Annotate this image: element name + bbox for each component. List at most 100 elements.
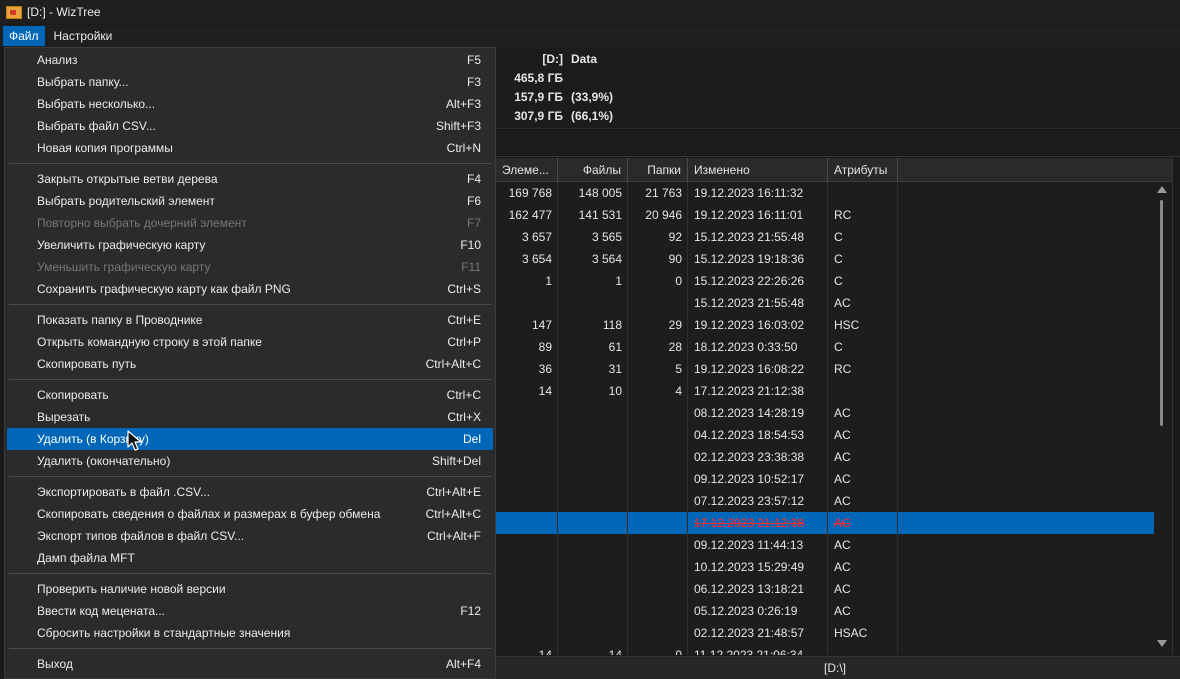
table-row[interactable]: 14 10 4 17.12.2023 21:12:38 [496,380,1154,402]
cell-folders: 90 [668,252,682,266]
table-row[interactable]: 02.12.2023 21:48:57 HSAC [496,622,1154,644]
table-row[interactable]: 15.12.2023 21:55:48 AC [496,292,1154,314]
table-row[interactable]: 36 31 5 19.12.2023 16:08:22 RC [496,358,1154,380]
cell-attributes [828,380,898,402]
menu-file[interactable]: Файл [3,26,45,46]
file-menu-item[interactable]: Выбрать несколько... Alt+F3 [7,93,493,115]
cell-items: 3 657 [521,230,552,244]
table-row[interactable]: 17.12.2023 21:12:38 AC [496,512,1154,534]
file-menu-item[interactable]: Скопировать сведения о файлах и размерах… [7,503,493,525]
column-divider [897,204,898,226]
file-menu-item[interactable]: Увеличить графическую карту F10 [7,234,493,256]
cell-modified: 09.12.2023 11:44:13 [694,538,804,552]
cell-attributes: RC [834,208,852,222]
file-menu-item[interactable]: Экспортировать в файл .CSV... Ctrl+Alt+E [7,481,493,503]
cell-attributes: AC [834,582,851,596]
column-divider [897,490,898,512]
table-row[interactable]: 10.12.2023 15:29:49 AC [496,556,1154,578]
file-tree-grid[interactable]: Элеме... Файлы Папки Изменено Атрибуты 1… [496,158,1180,655]
cell-folders: 29 [668,318,682,332]
table-row[interactable]: 89 61 28 18.12.2023 0:33:50 C [496,336,1154,358]
table-row[interactable]: 08.12.2023 14:28:19 AC [496,402,1154,424]
table-row[interactable]: 147 118 29 19.12.2023 16:03:02 HSC [496,314,1154,336]
file-menu-item[interactable]: Сбросить настройки в стандартные значени… [7,622,493,644]
cell-modified: 02.12.2023 21:48:57 [694,626,805,640]
cell-modified: 05.12.2023 0:26:19 [694,604,798,618]
file-menu-item[interactable]: Скопировать путь Ctrl+Alt+C [7,353,493,375]
file-menu-item[interactable]: Ввести код мецената... F12 [7,600,493,622]
menu-item-shortcut: F12 [460,604,481,618]
file-menu-item[interactable]: Выход Alt+F4 [7,653,493,675]
file-menu-item[interactable]: Удалить (в Корзину) Del [7,428,493,450]
cell-items: 36 [538,362,552,376]
menu-item-label: Выбрать папку... [37,75,129,89]
file-menu-item[interactable]: Удалить (окончательно) Shift+Del [7,450,493,472]
cell-modified: 15.12.2023 19:18:36 [694,252,805,266]
table-row[interactable]: 04.12.2023 18:54:53 AC [496,424,1154,446]
cell-items [496,490,558,512]
file-menu-item[interactable]: Проверить наличие новой версии [7,578,493,600]
window-title: [D:] - WizTree [27,5,101,19]
column-divider [897,424,898,446]
cell-folders: 0 [675,274,682,288]
file-menu-item[interactable]: Экспорт типов файлов в файл CSV... Ctrl+A… [7,525,493,547]
table-row[interactable]: 05.12.2023 0:26:19 AC [496,600,1154,622]
column-header-attributes[interactable]: Атрибуты [828,158,898,182]
menu-item-label: Скопировать [37,388,109,402]
table-row[interactable]: 14 14 0 11.12.2023 21:06:34 [496,644,1154,655]
column-divider [897,248,898,270]
menu-item-label: Удалить (окончательно) [37,454,171,468]
table-row[interactable]: 07.12.2023 23:57:12 AC [496,490,1154,512]
table-row[interactable]: 1 1 0 15.12.2023 22:26:26 C [496,270,1154,292]
table-row[interactable]: 06.12.2023 13:18:21 AC [496,578,1154,600]
file-menu-item[interactable]: Выбрать родительский элемент F6 [7,190,493,212]
column-header-files[interactable]: Файлы [558,158,628,182]
table-row[interactable]: 09.12.2023 11:44:13 AC [496,534,1154,556]
scroll-down-arrow-icon[interactable] [1157,640,1167,647]
drive-name: Data [571,52,598,66]
cell-modified: 17.12.2023 21:12:38 [694,384,805,398]
menu-item-shortcut: Alt+F4 [445,657,481,671]
menu-separator [9,476,491,477]
table-row[interactable]: 3 654 3 564 90 15.12.2023 19:18:36 C [496,248,1154,270]
vertical-scrollbar[interactable] [1154,182,1170,655]
cell-attributes: AC [834,494,851,508]
column-header-items[interactable]: Элеме... [496,158,558,182]
file-menu-item[interactable]: Скопировать Ctrl+C [7,384,493,406]
file-menu-item[interactable]: Сохранить графическую карту как файл PNG… [7,278,493,300]
file-menu-item[interactable]: Выбрать файл CSV... Shift+F3 [7,115,493,137]
table-row[interactable]: 169 768 148 005 21 763 19.12.2023 16:11:32 [496,182,1154,204]
cell-modified: 15.12.2023 21:55:48 [694,296,805,310]
table-row[interactable]: 09.12.2023 10:52:17 AC [496,468,1154,490]
menu-item-shortcut: Shift+F3 [435,119,481,133]
menu-settings[interactable]: Настройки [48,26,119,46]
cell-attributes: AC [834,604,851,618]
file-menu-item[interactable]: Показать папку в Проводнике Ctrl+E [7,309,493,331]
splitter-edge[interactable] [1172,158,1180,655]
scroll-thumb[interactable] [1160,200,1163,426]
column-divider [897,270,898,292]
file-menu-item[interactable]: Открыть командную строку в этой папке Ctr… [7,331,493,353]
file-menu-item[interactable]: Анализ F5 [7,49,493,71]
column-header-folders[interactable]: Папки [628,158,688,182]
file-menu-item[interactable]: Новая копия программы Ctrl+N [7,137,493,159]
column-divider [897,534,898,556]
file-menu-item[interactable]: Дамп файла MFT [7,547,493,569]
cell-attributes: C [834,230,843,244]
column-header-modified[interactable]: Изменено [688,158,828,182]
table-row[interactable]: 02.12.2023 23:38:38 AC [496,446,1154,468]
cell-modified: 09.12.2023 10:52:17 [694,472,805,486]
menu-bar: Файл Настройки [0,25,1180,47]
file-menu-item[interactable]: Закрыть открытые ветви дерева F4 [7,168,493,190]
cell-items: 14 [538,384,552,398]
scroll-up-arrow-icon[interactable] [1157,186,1167,193]
file-menu-item[interactable]: Вырезать Ctrl+X [7,406,493,428]
menu-item-shortcut: Ctrl+S [447,282,481,296]
table-row[interactable]: 162 477 141 531 20 946 19.12.2023 16:11:01 R… [496,204,1154,226]
table-row[interactable]: 3 657 3 565 92 15.12.2023 21:55:48 C [496,226,1154,248]
cell-folders [628,600,688,622]
file-menu-item[interactable]: Выбрать папку... F3 [7,71,493,93]
cell-modified: 19.12.2023 16:03:02 [694,318,805,332]
column-divider [897,644,898,655]
cell-attributes: AC [834,428,851,442]
